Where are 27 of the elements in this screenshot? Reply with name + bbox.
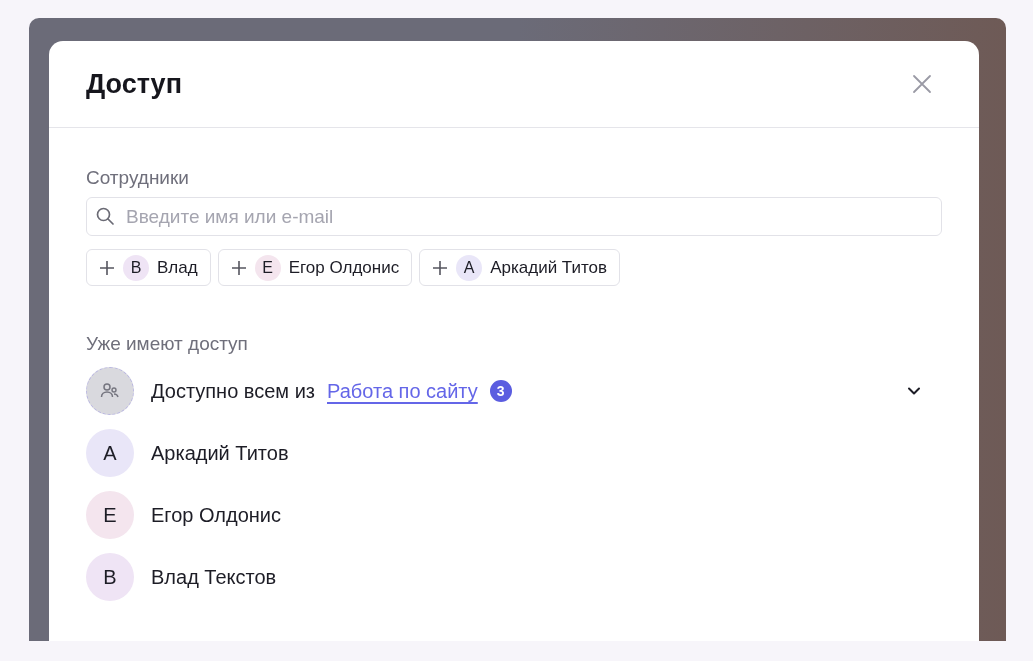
avatar: А bbox=[86, 429, 134, 477]
suggestion-chip[interactable]: Е Егор Олдонис bbox=[217, 249, 413, 286]
avatar: В bbox=[86, 553, 134, 601]
chip-name: Аркадий Титов bbox=[490, 256, 608, 279]
section-label: Уже имеют доступ bbox=[86, 332, 249, 356]
avatar: В bbox=[123, 254, 149, 281]
suggestion-chip[interactable]: А Аркадий Титов bbox=[419, 249, 621, 286]
chip-name: Влад bbox=[157, 256, 198, 279]
search-field[interactable]: Введите имя или e-mail bbox=[86, 197, 942, 236]
member-name: Влад Текстов bbox=[151, 565, 277, 590]
dialog-title: Доступ bbox=[86, 67, 182, 101]
search-icon bbox=[95, 206, 115, 226]
avatar: Е bbox=[254, 254, 281, 281]
plus-icon bbox=[99, 259, 115, 276]
group-link[interactable]: Работа по сайту bbox=[327, 376, 478, 406]
member-name: Егор Олдонис bbox=[151, 503, 281, 528]
plus-icon bbox=[432, 259, 449, 276]
group-text: Доступно всем из bbox=[151, 379, 315, 404]
member-name: Аркадий Титов bbox=[151, 441, 289, 466]
avatar: Е bbox=[86, 491, 134, 539]
chip-name: Егор Олдонис bbox=[288, 256, 400, 279]
section-label: Сотрудники bbox=[86, 166, 190, 190]
suggestion-chip[interactable]: В Влад bbox=[86, 249, 211, 286]
close-icon[interactable] bbox=[911, 73, 933, 95]
avatar: А bbox=[456, 254, 483, 281]
plus-icon bbox=[230, 259, 247, 276]
count-badge: 3 bbox=[489, 380, 512, 402]
